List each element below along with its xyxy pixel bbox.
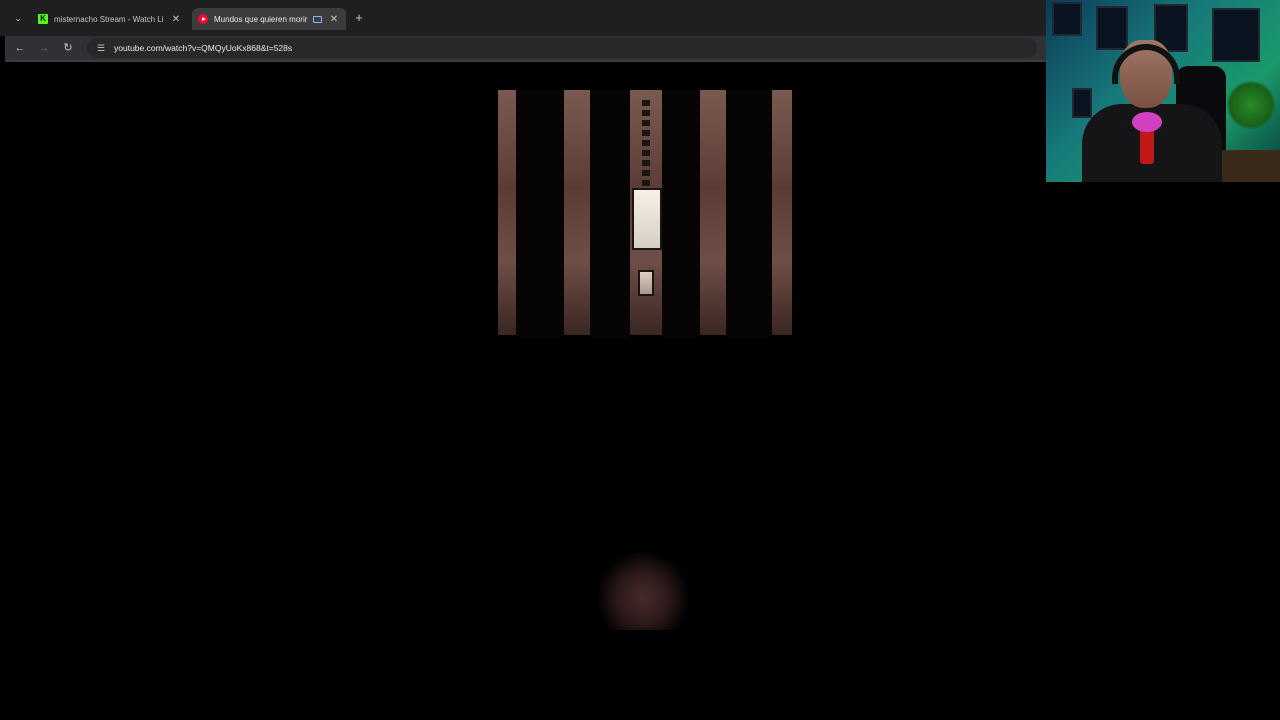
video-frame-gate-scene: [498, 90, 792, 338]
wall-poster: [1096, 6, 1128, 50]
site-info-tune-icon[interactable]: ☰: [94, 41, 108, 55]
close-icon[interactable]: ✕: [170, 14, 182, 25]
forward-arrow-icon[interactable]: →: [36, 40, 52, 56]
tab-kick-stream[interactable]: K misternacho Stream - Watch Li ✕: [32, 8, 188, 30]
gate-bar: [590, 90, 630, 338]
hanging-lamp: [632, 188, 662, 250]
cast-icon: [313, 15, 322, 23]
tab-youtube-video[interactable]: Mundos que quieren morir ✕: [192, 8, 346, 30]
dim-figure: [596, 550, 690, 630]
video-player[interactable]: [0, 62, 1046, 720]
close-icon[interactable]: ✕: [328, 14, 340, 25]
tab-title: misternacho Stream - Watch Li: [54, 14, 164, 24]
gate-bar: [516, 90, 564, 338]
hanging-chain: [642, 100, 650, 188]
gate-bar: [662, 90, 700, 338]
kick-icon: K: [38, 14, 48, 24]
address-bar[interactable]: ☰ youtube.com/watch?v=QMQyUoKx868&t=528s: [87, 38, 1037, 58]
wall-poster: [1072, 88, 1092, 118]
tab-strip: ⌄ K misternacho Stream - Watch Li ✕ Mund…: [0, 0, 1046, 36]
new-tab-plus-icon[interactable]: +: [352, 10, 366, 26]
tab-title: Mundos que quieren morir: [214, 14, 308, 24]
plant: [1226, 80, 1276, 130]
microphone-cover: [1132, 112, 1162, 132]
reload-icon[interactable]: ↻: [60, 40, 76, 56]
desk: [1216, 150, 1280, 182]
streamer-webcam: [1046, 0, 1280, 182]
wall-poster: [1052, 2, 1082, 36]
tab-search-chevron-down-icon[interactable]: ⌄: [9, 9, 27, 27]
lamp-reflection: [638, 270, 654, 296]
youtube-icon: [198, 14, 208, 24]
url-text[interactable]: youtube.com/watch?v=QMQyUoKx868&t=528s: [114, 43, 292, 53]
browser-toolbar: ← → ↻ ☰ youtube.com/watch?v=QMQyUoKx868&…: [5, 36, 1046, 60]
gate-bar: [726, 90, 772, 338]
wall-poster: [1212, 8, 1260, 62]
back-arrow-icon[interactable]: ←: [12, 40, 28, 56]
